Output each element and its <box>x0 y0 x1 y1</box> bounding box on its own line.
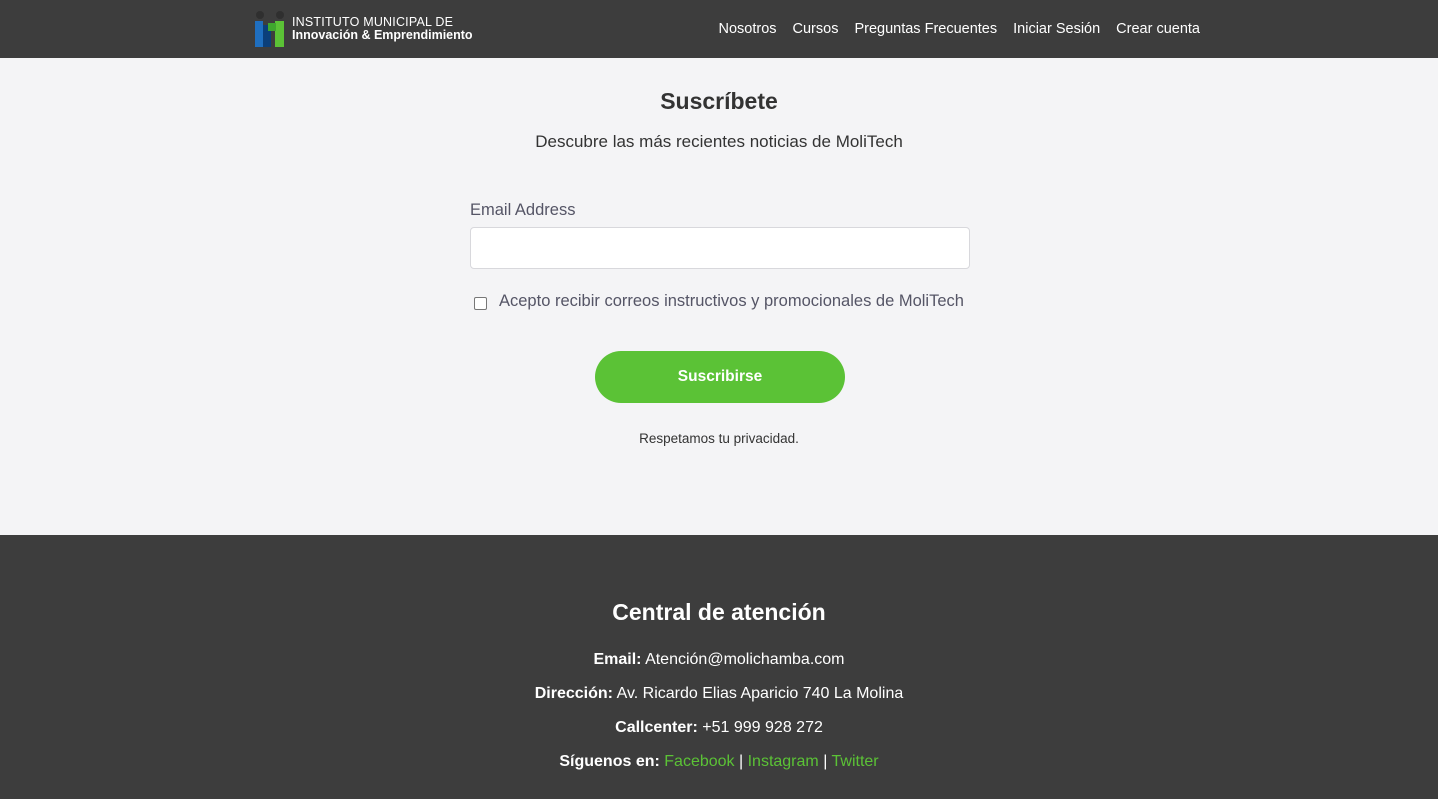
nav-link-cursos[interactable]: Cursos <box>793 21 839 37</box>
email-input[interactable] <box>470 227 970 269</box>
footer-address-line: Dirección: Av. Ricardo Elias Aparicio 74… <box>0 685 1438 703</box>
top-navbar: INSTITUTO MUNICIPAL DE Innovación & Empr… <box>0 0 1438 58</box>
footer-callcenter-line: Callcenter: +51 999 928 272 <box>0 719 1438 737</box>
footer-callcenter-value: +51 999 928 272 <box>702 719 823 736</box>
nav-link-preguntas-frecuentes[interactable]: Preguntas Frecuentes <box>854 21 997 37</box>
footer-social-label: Síguenos en: <box>559 753 660 770</box>
footer: Central de atención Email: Atención@moli… <box>0 535 1438 799</box>
consent-row: Acepto recibir correos instructivos y pr… <box>470 293 970 310</box>
email-label: Email Address <box>470 201 576 219</box>
main-nav: Nosotros Cursos Preguntas Frecuentes Ini… <box>718 0 1200 58</box>
social-link-twitter[interactable]: Twitter <box>832 753 879 770</box>
privacy-note: Respetamos tu privacidad. <box>639 431 799 446</box>
logo-title-line2: Innovación & Emprendimiento <box>292 28 473 42</box>
consent-checkbox[interactable] <box>474 297 487 310</box>
footer-address-value: Av. Ricardo Elias Aparicio 740 La Molina <box>616 685 904 702</box>
nav-link-nosotros[interactable]: Nosotros <box>718 21 776 37</box>
social-link-instagram[interactable]: Instagram <box>748 753 819 770</box>
nav-link-crear-cuenta[interactable]: Crear cuenta <box>1116 21 1200 37</box>
footer-title: Central de atención <box>612 599 826 625</box>
subscribe-title: Suscríbete <box>660 88 778 114</box>
footer-email-line: Email: Atención@molichamba.com <box>0 651 1438 669</box>
subscribe-description: Descubre las más recientes noticias de M… <box>535 132 903 151</box>
social-separator: | <box>823 753 828 770</box>
institute-logo-icon <box>255 11 284 47</box>
footer-email-label: Email: <box>593 651 642 668</box>
footer-email-value: Atención@molichamba.com <box>645 651 845 668</box>
social-separator: | <box>738 753 744 770</box>
site-logo[interactable]: INSTITUTO MUNICIPAL DE Innovación & Empr… <box>252 9 473 49</box>
consent-label: Acepto recibir correos instructivos y pr… <box>499 292 964 310</box>
nav-link-iniciar-sesion[interactable]: Iniciar Sesión <box>1013 21 1100 37</box>
social-link-facebook[interactable]: Facebook <box>664 753 734 770</box>
subscribe-button[interactable]: Suscribirse <box>595 351 845 403</box>
footer-social-line: Síguenos en: Facebook | Instagram | Twit… <box>0 753 1438 771</box>
footer-address-label: Dirección: <box>534 685 613 702</box>
subscribe-section: Suscríbete Descubre las más recientes no… <box>0 58 1438 535</box>
footer-callcenter-label: Callcenter: <box>615 719 698 736</box>
